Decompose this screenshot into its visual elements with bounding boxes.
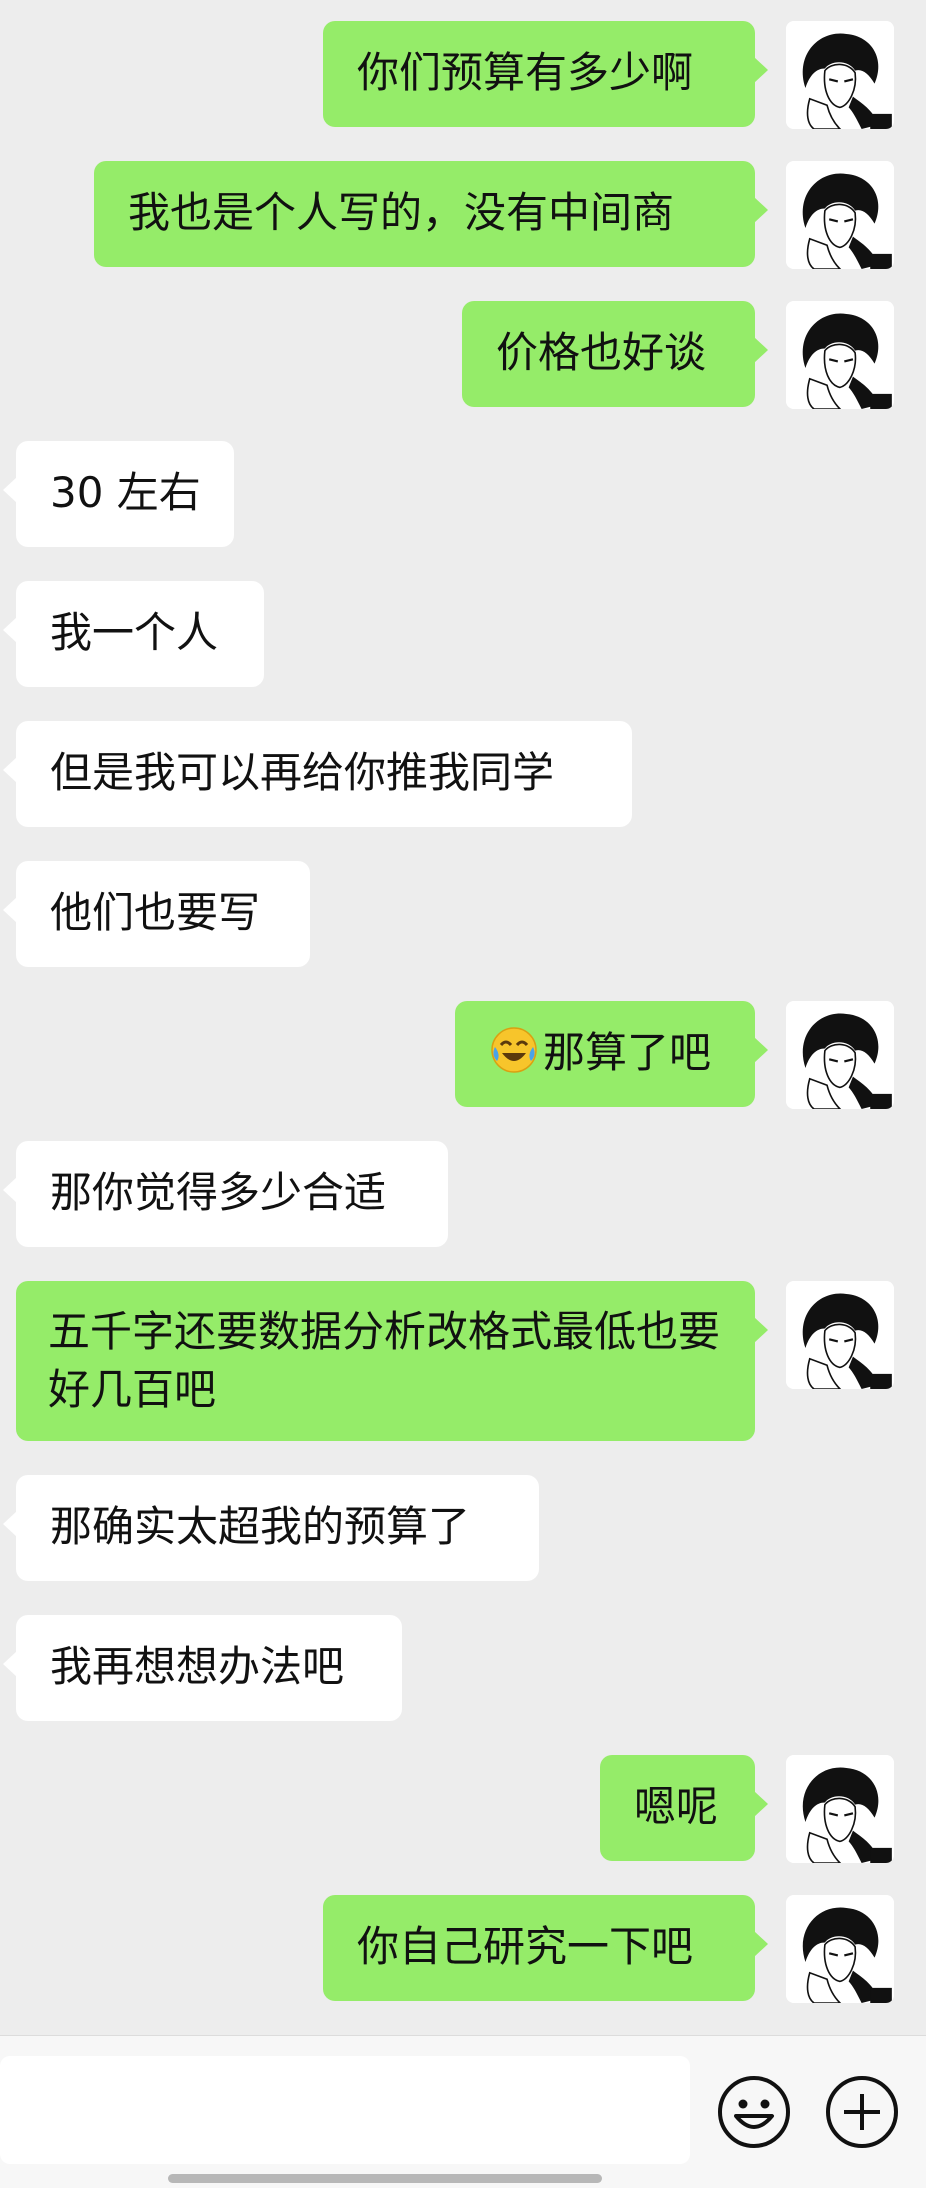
avatar[interactable] bbox=[786, 21, 894, 129]
message-bubble[interactable]: 30 左右 bbox=[3, 441, 234, 547]
face-with-tears-of-joy-icon bbox=[489, 1025, 539, 1091]
manga-boy-avatar-icon bbox=[786, 161, 894, 269]
avatar[interactable] bbox=[786, 1895, 894, 2003]
message-bubble[interactable]: 价格也好谈 bbox=[462, 301, 768, 407]
more-button[interactable] bbox=[824, 2074, 900, 2150]
avatar[interactable] bbox=[786, 161, 894, 269]
smiley-face-icon bbox=[718, 2076, 790, 2148]
message-bubble[interactable]: 我也是个人写的，没有中间商 bbox=[94, 161, 768, 267]
emoji-button[interactable] bbox=[716, 2074, 792, 2150]
manga-boy-avatar-icon bbox=[786, 301, 894, 409]
message-bubble[interactable]: 那算了吧 bbox=[455, 1001, 768, 1107]
message-bubble[interactable]: 我再想想办法吧 bbox=[3, 1615, 402, 1721]
manga-boy-avatar-icon bbox=[786, 1755, 894, 1863]
message-bubble[interactable]: 我一个人 bbox=[3, 581, 264, 687]
message-bubble[interactable]: 你自己研究一下吧 bbox=[323, 1895, 768, 2001]
message-bubble[interactable]: 那确实太超我的预算了 bbox=[3, 1475, 539, 1581]
input-bar bbox=[0, 2035, 926, 2188]
message-text: 那算了吧 bbox=[543, 1028, 712, 1077]
plus-circle-icon bbox=[826, 2076, 898, 2148]
message-bubble[interactable]: 嗯呢 bbox=[600, 1755, 768, 1861]
home-indicator bbox=[168, 2174, 602, 2183]
message-bubble[interactable]: 你们预算有多少啊 bbox=[323, 21, 768, 127]
message-bubble[interactable]: 那你觉得多少合适 bbox=[3, 1141, 448, 1247]
manga-boy-avatar-icon bbox=[786, 21, 894, 129]
avatar[interactable] bbox=[786, 1001, 894, 1109]
message-input[interactable] bbox=[0, 2056, 690, 2164]
manga-boy-avatar-icon bbox=[786, 1895, 894, 2003]
avatar[interactable] bbox=[786, 1281, 894, 1389]
message-bubble[interactable]: 他们也要写 bbox=[3, 861, 310, 967]
manga-boy-avatar-icon bbox=[786, 1281, 894, 1389]
avatar[interactable] bbox=[786, 1755, 894, 1863]
manga-boy-avatar-icon bbox=[786, 1001, 894, 1109]
message-bubble[interactable]: 但是我可以再给你推我同学 bbox=[3, 721, 632, 827]
message-bubble[interactable]: 五千字还要数据分析改格式最低也要好几百吧 bbox=[16, 1281, 768, 1441]
avatar[interactable] bbox=[786, 301, 894, 409]
